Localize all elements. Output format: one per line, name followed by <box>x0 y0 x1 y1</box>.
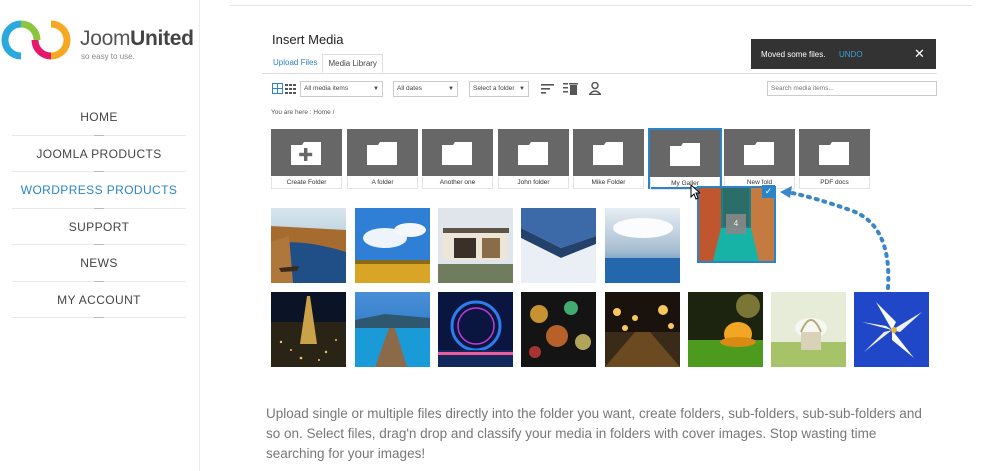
breadcrumb-separator: / <box>332 109 335 116</box>
folder-tile <box>422 129 493 176</box>
feature-description: Upload single or multiple files directly… <box>266 406 922 461</box>
folder-mike-folder[interactable]: Mike Folder <box>573 129 644 189</box>
pier-lake-thumb[interactable] <box>355 292 430 367</box>
dragged-images[interactable]: 4 ✓ <box>697 185 776 263</box>
chevron-down-icon: ▼ <box>448 86 454 92</box>
grass-hat-thumb[interactable] <box>688 292 763 367</box>
toast-message: Moved some files. <box>761 50 826 59</box>
nav-item-news[interactable]: NEWS <box>12 245 186 282</box>
folder-icon <box>442 142 472 165</box>
folder-icon <box>593 142 623 165</box>
street-lights-thumb[interactable] <box>605 292 680 367</box>
folder-john-folder[interactable]: John folder <box>498 129 569 189</box>
folder-pdf-docs[interactable]: PDF docs <box>799 129 870 189</box>
close-icon[interactable]: ✕ <box>914 46 925 62</box>
folder-icon <box>670 143 700 166</box>
joomunited-logo-icon <box>1 20 71 60</box>
grid-view-icon[interactable] <box>272 83 296 95</box>
folder-a-folder[interactable]: A folder <box>347 129 418 189</box>
wheat-field-thumb[interactable] <box>355 208 430 283</box>
media-type-filter-value: All media items <box>304 85 349 92</box>
nav-item-home[interactable]: HOME <box>12 99 186 136</box>
folder-label: A folder <box>347 177 418 189</box>
tabs-divider <box>262 73 937 74</box>
folder-label: Create Folder <box>271 177 342 189</box>
folder-tile <box>724 129 795 176</box>
folder-tile <box>271 129 342 176</box>
nav-item-joomla-products[interactable]: JOOMLA PRODUCTS <box>12 136 186 172</box>
date-filter-value: All dates <box>397 85 422 92</box>
white-lily-thumb[interactable] <box>854 292 929 367</box>
main-nav: HOME JOOMLA PRODUCTS WORDPRESS PRODUCTS … <box>12 99 186 318</box>
create-folder-button[interactable]: Create Folder <box>271 129 342 189</box>
city-bokeh-thumb[interactable] <box>521 292 596 367</box>
folder-icon <box>819 142 849 165</box>
chevron-down-icon: ▼ <box>519 86 525 92</box>
folder-another-one[interactable]: Another one <box>422 129 493 189</box>
breadcrumb: You are here : Home / <box>271 109 334 116</box>
brand-tagline: so easy to use. <box>81 52 135 61</box>
drag-path-arrow <box>780 186 891 290</box>
folder-label: John folder <box>498 177 569 189</box>
folder-icon <box>367 142 397 165</box>
filter-trash-icon[interactable] <box>563 82 578 95</box>
folder-tile <box>498 129 569 176</box>
nav-item-support[interactable]: SUPPORT <box>12 209 186 245</box>
site-sidebar: JoomUnited so easy to use. HOME JOOMLA P… <box>0 0 200 471</box>
notification-toast: Moved some files. UNDO ✕ <box>751 39 936 69</box>
folder-filter-value: Select a folder <box>473 85 515 92</box>
ferris-wheel-thumb[interactable] <box>438 292 513 367</box>
ocean-storm-thumb[interactable] <box>605 208 680 283</box>
content-divider <box>230 5 972 6</box>
brand-name: JoomUnited <box>80 27 194 51</box>
folder-icon <box>518 142 548 165</box>
folder-filter[interactable]: Select a folder ▼ <box>469 81 529 97</box>
date-filter[interactable]: All dates ▼ <box>393 81 458 97</box>
breadcrumb-home[interactable]: Home <box>313 109 330 116</box>
drag-count-badge: 4 <box>726 214 746 234</box>
flower-basket-thumb[interactable] <box>771 292 846 367</box>
tab-upload-files[interactable]: Upload Files <box>268 54 322 73</box>
check-icon: ✓ <box>762 185 775 198</box>
folder-tile <box>573 129 644 176</box>
undo-button[interactable]: UNDO <box>839 50 863 59</box>
search-input[interactable] <box>767 81 937 96</box>
folder-label: Mike Folder <box>573 177 644 189</box>
folder-tile <box>799 129 870 176</box>
sort-icon[interactable] <box>541 83 554 94</box>
nav-item-wordpress-products[interactable]: WORDPRESS PRODUCTS <box>12 172 186 209</box>
chevron-down-icon: ▼ <box>373 86 379 92</box>
media-tabs: Upload Files Media Library <box>268 54 383 73</box>
modern-house-thumb[interactable] <box>438 208 513 283</box>
brand-name-light: Joom <box>80 27 131 50</box>
media-type-filter[interactable]: All media items ▼ <box>300 81 383 97</box>
tab-media-library[interactable]: Media Library <box>322 54 383 73</box>
cursor-pointer-icon <box>690 184 700 200</box>
folder-new-folder[interactable]: New fold <box>724 129 795 189</box>
folder-tile <box>347 129 418 176</box>
plus-folder-icon <box>291 142 321 165</box>
snowy-mountain-thumb[interactable] <box>521 208 596 283</box>
joomunited-logo[interactable]: JoomUnited so easy to use. <box>0 18 200 68</box>
user-icon[interactable] <box>589 82 601 95</box>
folder-label: Another one <box>422 177 493 189</box>
folder-icon <box>744 142 774 165</box>
brand-name-bold: United <box>130 27 194 50</box>
eiffel-night-thumb[interactable] <box>271 292 346 367</box>
river-thumb[interactable] <box>271 208 346 283</box>
folder-tile <box>650 130 720 177</box>
nav-item-my-account[interactable]: MY ACCOUNT <box>12 282 186 318</box>
modal-title: Insert Media <box>272 32 344 47</box>
breadcrumb-prefix: You are here : <box>271 109 312 116</box>
folder-my-gallery[interactable]: My Galler <box>648 128 722 190</box>
